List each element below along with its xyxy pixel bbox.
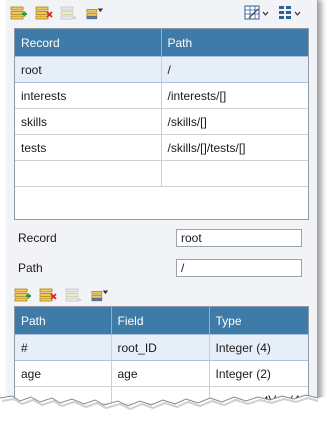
- columns-icon[interactable]: [278, 5, 304, 21]
- column-header-record[interactable]: Record: [15, 29, 162, 57]
- column-header-path[interactable]: Path: [161, 29, 308, 57]
- column-header-field[interactable]: Field: [111, 307, 210, 335]
- path-cell[interactable]: [161, 160, 308, 187]
- path-cell[interactable]: #: [15, 334, 112, 361]
- row-menu-icon[interactable]: [91, 287, 109, 303]
- mapping-panel: Record Path root / interests /interests/…: [6, 0, 318, 413]
- disabled-row-icon: [60, 5, 78, 21]
- fields-toolbar: [6, 284, 146, 306]
- table-settings-icon[interactable]: [244, 5, 270, 21]
- table-row[interactable]: tests /skills/[]/tests/[]: [15, 134, 308, 161]
- disabled-row-icon: [65, 287, 83, 303]
- delete-row-icon[interactable]: [35, 5, 53, 21]
- add-row-icon[interactable]: [10, 5, 28, 21]
- record-cell[interactable]: root: [15, 56, 162, 83]
- table-row[interactable]: # root_ID Integer (4): [15, 334, 308, 361]
- record-cell[interactable]: tests: [15, 134, 162, 161]
- column-header-path[interactable]: Path: [15, 307, 112, 335]
- path-field-row: Path /: [18, 257, 302, 279]
- table-row-empty[interactable]: [15, 160, 308, 187]
- field-cell[interactable]: age: [111, 360, 210, 387]
- path-cell[interactable]: /skills/[]/tests/[]: [161, 134, 308, 161]
- table-row[interactable]: root /: [15, 56, 308, 83]
- record-cell[interactable]: interests: [15, 82, 162, 109]
- records-table: Record Path root / interests /interests/…: [14, 28, 309, 220]
- table-row[interactable]: interests /interests/[]: [15, 82, 308, 109]
- records-header-row: Record Path: [15, 29, 308, 57]
- delete-row-icon[interactable]: [39, 287, 57, 303]
- fields-header-row: Path Field Type: [15, 307, 308, 335]
- path-cell[interactable]: /: [161, 56, 308, 83]
- record-label: Record: [18, 231, 57, 245]
- path-label: Path: [18, 261, 43, 275]
- records-toolbar: [6, 2, 317, 24]
- path-cell[interactable]: /skills/[]: [161, 108, 308, 135]
- torn-edge: [0, 394, 329, 430]
- column-header-type[interactable]: Type: [209, 307, 308, 335]
- path-cell[interactable]: /interests/[]: [161, 82, 308, 109]
- record-cell[interactable]: skills: [15, 108, 162, 135]
- record-cell[interactable]: [15, 160, 162, 187]
- row-menu-icon[interactable]: [86, 5, 104, 21]
- field-cell[interactable]: root_ID: [111, 334, 210, 361]
- table-row[interactable]: age age Integer (2): [15, 360, 308, 387]
- record-field-row: Record root: [18, 227, 302, 249]
- type-cell[interactable]: Integer (2): [209, 360, 308, 387]
- path-cell[interactable]: age: [15, 360, 112, 387]
- add-row-icon[interactable]: [14, 287, 32, 303]
- record-input[interactable]: root: [176, 229, 302, 247]
- path-input[interactable]: /: [176, 259, 302, 277]
- type-cell[interactable]: Integer (4): [209, 334, 308, 361]
- table-row[interactable]: skills /skills/[]: [15, 108, 308, 135]
